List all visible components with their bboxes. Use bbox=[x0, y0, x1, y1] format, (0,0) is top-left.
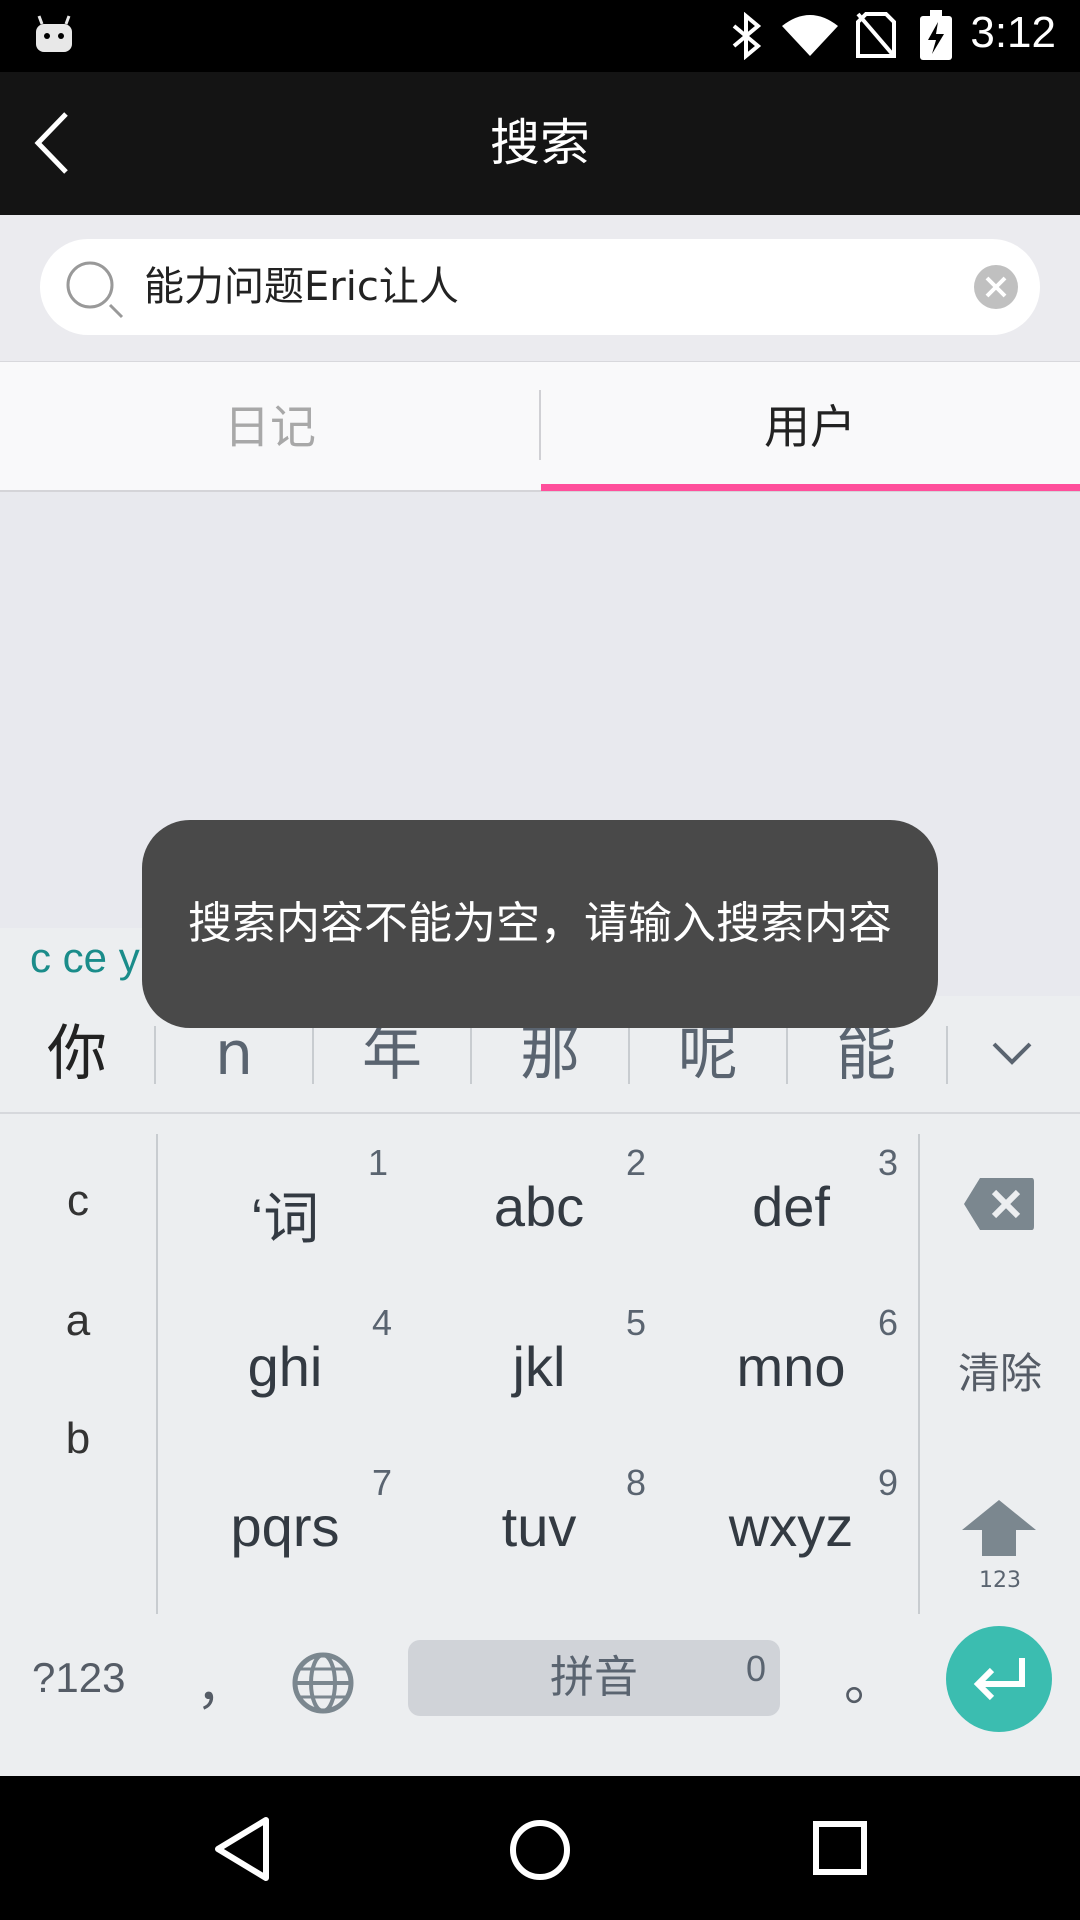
key-7-num: 7 bbox=[372, 1462, 393, 1503]
navigation-bar bbox=[0, 1776, 1080, 1920]
page-title: 搜索 bbox=[490, 114, 590, 172]
side-letter-b[interactable]: b bbox=[0, 1414, 156, 1464]
symbols-key[interactable]: ?123 bbox=[32, 1654, 125, 1702]
key-6-num: 6 bbox=[878, 1302, 899, 1343]
search-area: 能力问题Eric让人 bbox=[0, 215, 1080, 363]
side-letter-a[interactable]: a bbox=[0, 1296, 156, 1346]
status-time: 3:12 bbox=[970, 8, 1056, 57]
chevron-down-icon[interactable] bbox=[990, 1040, 1034, 1068]
side-letter-c[interactable]: c bbox=[0, 1176, 156, 1226]
tab-users[interactable]: 用户 bbox=[540, 362, 1080, 492]
clear-search-icon[interactable] bbox=[974, 265, 1018, 309]
ime-keyboard: c a b ‘词 1 abc 2 def 3 ghi 4 jkl 5 mno 6… bbox=[0, 1114, 1080, 1776]
period-key[interactable]: 。 bbox=[844, 1640, 896, 1715]
bluetooth-icon bbox=[732, 12, 762, 60]
back-arrow-icon[interactable] bbox=[30, 108, 80, 178]
shift-key-sublabel: 123 bbox=[979, 1568, 1021, 1593]
key-8-num: 8 bbox=[626, 1462, 647, 1503]
ime-composing-text: c ce yi bbox=[30, 934, 150, 981]
nav-recents-icon[interactable] bbox=[812, 1820, 868, 1876]
tab-diary[interactable]: 日记 bbox=[0, 362, 540, 492]
key-9-num: 9 bbox=[878, 1462, 899, 1503]
key-3-num: 3 bbox=[878, 1142, 899, 1183]
key-5-num: 5 bbox=[626, 1302, 647, 1343]
search-box[interactable]: 能力问题Eric让人 bbox=[40, 239, 1040, 335]
clear-key[interactable]: 清除 bbox=[920, 1340, 1080, 1401]
space-key-label: 拼音 bbox=[550, 1652, 638, 1703]
tab-selected-indicator bbox=[541, 484, 1080, 491]
candidate-divider bbox=[946, 1026, 948, 1084]
status-bar: 3:12 bbox=[0, 0, 1080, 72]
nav-home-icon[interactable] bbox=[508, 1818, 572, 1882]
shift-arrow-icon[interactable] bbox=[962, 1500, 1036, 1556]
globe-icon[interactable] bbox=[292, 1652, 354, 1714]
search-input[interactable]: 能力问题Eric让人 bbox=[144, 239, 459, 335]
backspace-icon[interactable] bbox=[962, 1176, 1036, 1232]
search-icon bbox=[66, 261, 124, 319]
space-key[interactable]: 拼音 bbox=[408, 1640, 780, 1716]
candidate-1[interactable]: 你 bbox=[0, 996, 154, 1112]
key-1-num: 1 bbox=[368, 1142, 389, 1183]
key-2-num: 2 bbox=[626, 1142, 647, 1183]
android-icon bbox=[36, 15, 72, 52]
space-key-num: 0 bbox=[746, 1648, 767, 1689]
battery-charging-icon bbox=[920, 10, 952, 60]
comma-key[interactable]: ， bbox=[196, 1644, 248, 1719]
key-1[interactable]: ‘词 bbox=[158, 1174, 412, 1255]
wifi-icon bbox=[782, 15, 838, 56]
toast-message: 搜索内容不能为空，请输入搜索内容 bbox=[142, 820, 938, 1028]
enter-arrow-icon bbox=[973, 1658, 1025, 1701]
no-sim-icon bbox=[856, 12, 896, 58]
app-bar: 搜索 bbox=[0, 72, 1080, 215]
key-4-num: 4 bbox=[372, 1302, 393, 1343]
tab-bar: 日记 用户 bbox=[0, 362, 1080, 492]
nav-back-icon[interactable] bbox=[212, 1816, 272, 1882]
enter-key[interactable] bbox=[946, 1626, 1052, 1732]
